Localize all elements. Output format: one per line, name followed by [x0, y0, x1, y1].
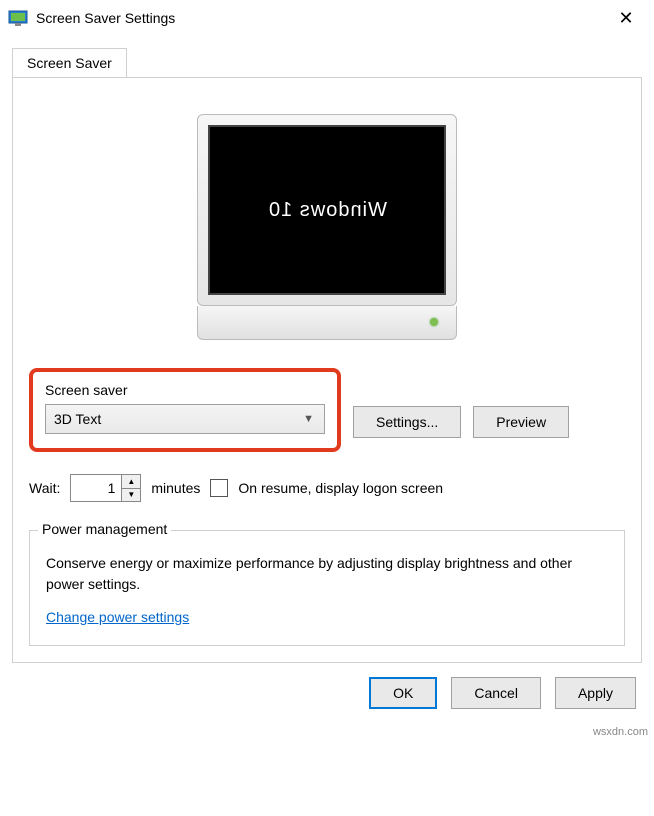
apply-button[interactable]: Apply — [555, 677, 636, 709]
preview-screen: Windows 10 — [208, 125, 446, 295]
wait-unit: minutes — [151, 480, 200, 496]
power-description: Conserve energy or maximize performance … — [46, 553, 608, 595]
close-button[interactable]: ✕ — [606, 8, 646, 29]
titlebar: Screen Saver Settings ✕ — [0, 0, 654, 36]
preview-area: Windows 10 — [29, 94, 625, 368]
screensaver-select[interactable]: 3D Text ▼ — [45, 404, 325, 434]
settings-button[interactable]: Settings... — [353, 406, 461, 438]
spinner-down-icon[interactable]: ▼ — [122, 489, 140, 502]
preview-text: Windows 10 — [268, 199, 387, 222]
cancel-button[interactable]: Cancel — [451, 677, 541, 709]
app-icon — [8, 8, 28, 28]
watermark: wsxdn.com — [593, 726, 648, 738]
tab-bar: Screen Saver — [0, 36, 654, 77]
tab-content: Windows 10 Screen saver 3D Text ▼ Settin… — [12, 77, 642, 663]
change-power-settings-link[interactable]: Change power settings — [46, 609, 189, 625]
preview-button[interactable]: Preview — [473, 406, 569, 438]
screensaver-selected: 3D Text — [54, 411, 101, 427]
window-title: Screen Saver Settings — [36, 10, 606, 26]
wait-row: Wait: ▲ ▼ minutes On resume, display log… — [29, 474, 625, 502]
chevron-down-icon: ▼ — [303, 413, 314, 425]
screensaver-group-label: Screen saver — [45, 382, 325, 398]
resume-label: On resume, display logon screen — [238, 480, 443, 496]
ok-button[interactable]: OK — [369, 677, 437, 709]
highlight-annotation: Screen saver 3D Text ▼ — [29, 368, 341, 452]
power-management-group: Power management Conserve energy or maxi… — [29, 530, 625, 646]
wait-label: Wait: — [29, 480, 60, 496]
wait-input[interactable] — [71, 475, 121, 501]
spinner-up-icon[interactable]: ▲ — [122, 475, 140, 489]
monitor-graphic: Windows 10 — [197, 114, 457, 340]
resume-checkbox[interactable] — [210, 479, 228, 497]
power-legend: Power management — [38, 521, 171, 537]
tab-screen-saver[interactable]: Screen Saver — [12, 48, 127, 77]
wait-spinner[interactable]: ▲ ▼ — [70, 474, 141, 502]
screensaver-row: Screen saver 3D Text ▼ Settings... Previ… — [29, 368, 625, 452]
dialog-footer: OK Cancel Apply — [0, 663, 654, 723]
